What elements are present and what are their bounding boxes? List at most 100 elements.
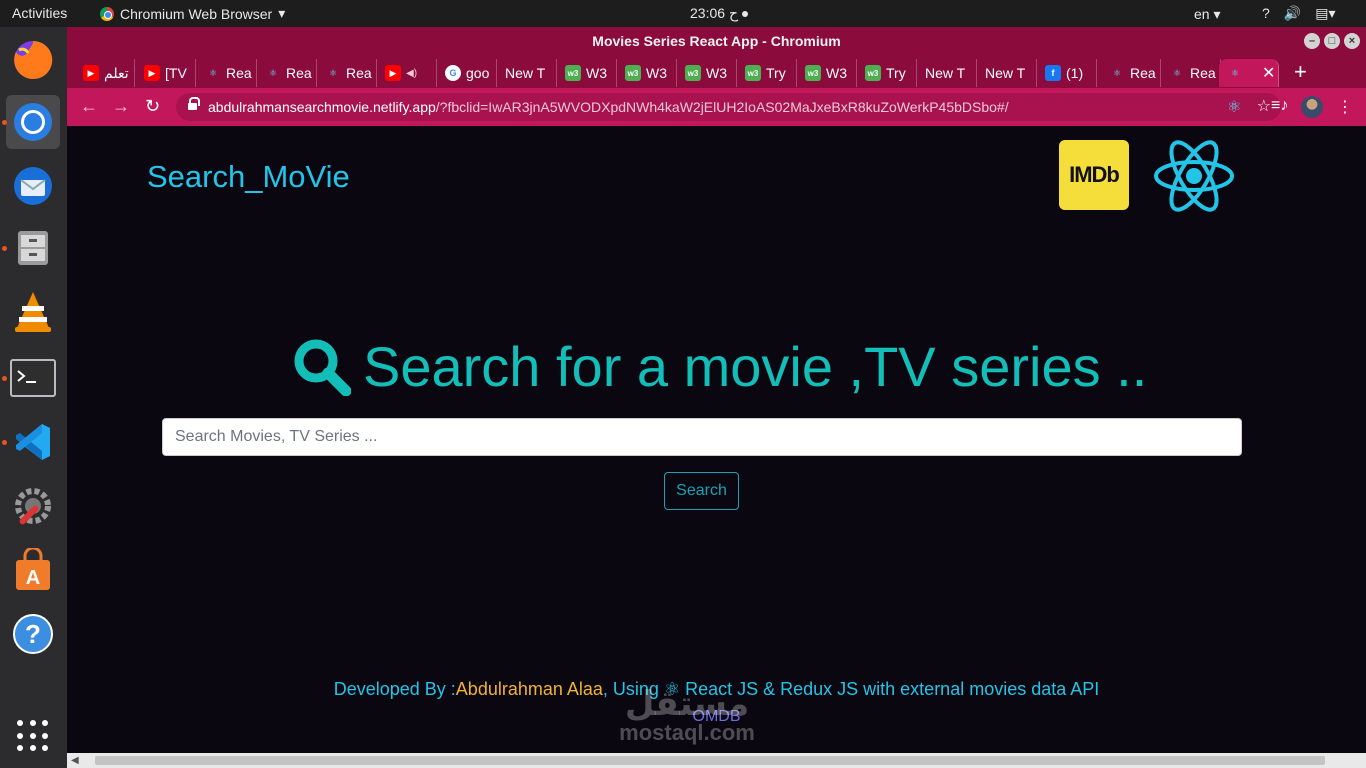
activities-button[interactable]: Activities (12, 5, 67, 21)
tab-label: (1) (1066, 65, 1084, 81)
browser-tab[interactable]: w3 Try (737, 59, 797, 87)
w3schools-icon: w3 (685, 65, 701, 81)
tab-label: Rea (1130, 65, 1156, 81)
more-menu-icon[interactable]: ⋮ (1337, 97, 1353, 117)
browser-tab[interactable]: New T (497, 59, 557, 87)
w3schools-icon: w3 (625, 65, 641, 81)
help-launcher[interactable]: ? (6, 607, 60, 661)
close-tab-icon[interactable]: ✕ (1262, 63, 1275, 83)
w3schools-icon: w3 (565, 65, 581, 81)
scrollbar-thumb[interactable] (95, 756, 1325, 765)
profile-avatar[interactable] (1301, 96, 1323, 118)
browser-tab[interactable]: ⚛ Rea (317, 59, 377, 87)
chromium-icon (14, 103, 52, 141)
tab-label: Rea (226, 65, 252, 81)
browser-tab[interactable]: ▶ ◀) (377, 59, 437, 87)
terminal-icon (10, 359, 56, 397)
language-indicator[interactable]: en ▾ (1194, 6, 1221, 23)
search-button[interactable]: Search (664, 472, 739, 510)
terminal-launcher[interactable] (2, 351, 60, 405)
battery-icon: ▤▾ (1315, 5, 1336, 21)
browser-tab[interactable]: ▶ [TV (136, 59, 196, 87)
system-tray[interactable]: ? 🔊 ▤▾ (1262, 5, 1336, 22)
tab-label: Try (766, 65, 786, 81)
browser-tab[interactable]: w3 W3 (557, 59, 617, 87)
footer-prefix: Developed By : (333, 679, 456, 699)
imdb-logo: IMDb (1059, 140, 1129, 210)
tab-label: Rea (286, 65, 312, 81)
address-bar[interactable]: abdulrahmansearchmovie.netlify.app/?fbcl… (176, 93, 1281, 121)
settings-launcher[interactable] (6, 479, 60, 533)
url-host: abdulrahmansearchmovie.netlify.app (208, 99, 436, 115)
footer-author: Abdulrahman Alaa (455, 679, 603, 699)
browser-tab[interactable]: ▶ تعلم (75, 59, 135, 87)
close-button[interactable]: × (1344, 33, 1360, 49)
window-title: Movies Series React App - Chromium (592, 33, 841, 49)
clock[interactable]: 23:06 ح (690, 5, 748, 22)
running-indicator (2, 120, 7, 125)
reload-icon[interactable]: ↻ (145, 96, 160, 117)
new-tab-button[interactable]: + (1294, 61, 1307, 83)
browser-tab[interactable]: w3 W3 (617, 59, 677, 87)
w3schools-icon: w3 (805, 65, 821, 81)
vscode-launcher[interactable] (2, 415, 60, 469)
gnome-top-bar: Activities Chromium Web Browser ▾ 23:06 … (0, 0, 1366, 27)
thunderbird-launcher[interactable] (6, 159, 60, 213)
settings-tools-icon (15, 488, 51, 525)
media-queue-icon[interactable]: ≡♪ (1271, 97, 1288, 115)
firefox-launcher[interactable] (6, 33, 60, 87)
minimize-button[interactable]: – (1304, 33, 1320, 49)
react-icon: ⚛ (268, 67, 278, 78)
chromium-launcher[interactable] (2, 95, 60, 149)
back-arrow-icon[interactable]: ← (80, 96, 98, 117)
lock-icon (188, 97, 200, 112)
search-icon (294, 339, 351, 396)
url-query: /?fbclid=IwAR3jnA5WVODXpdNWh4kaW2jElUH2I… (435, 99, 1009, 115)
chevron-down-icon: ▾ (1213, 6, 1221, 22)
software-bag-icon: A (16, 548, 50, 590)
facebook-icon: f (1045, 65, 1061, 81)
browser-tab[interactable]: f (1) (1037, 59, 1097, 87)
app-menu[interactable]: Chromium Web Browser ▾ (100, 5, 285, 22)
browser-tab[interactable]: ⚛ Rea (197, 59, 257, 87)
browser-tab[interactable]: w3 Try (857, 59, 917, 87)
w3schools-icon: w3 (745, 65, 761, 81)
thunderbird-icon (14, 167, 52, 205)
svg-text:A: A (26, 567, 40, 589)
browser-tab[interactable]: ⚛ Rea (1101, 59, 1161, 87)
browser-tab[interactable]: New T (977, 59, 1037, 87)
help-icon: ? (13, 614, 53, 654)
active-browser-tab[interactable]: ⚛ ✕ (1219, 59, 1279, 87)
files-launcher[interactable] (2, 221, 60, 275)
forward-arrow-icon[interactable]: → (112, 96, 130, 117)
watermark-arabic: مستقل (624, 685, 750, 723)
bookmark-star-icon[interactable]: ☆ (1257, 93, 1271, 121)
volume-icon: 🔊 (1283, 5, 1302, 21)
browser-tab[interactable]: ⚛ Rea (1161, 59, 1221, 87)
search-input[interactable] (162, 418, 1242, 456)
browser-tab[interactable]: ⚛ Rea (257, 59, 317, 87)
maximize-button[interactable]: □ (1324, 33, 1340, 49)
browser-tab[interactable]: Ggoo (437, 59, 497, 87)
vlc-launcher[interactable] (6, 285, 60, 339)
tab-label: New T (505, 65, 546, 81)
watermark-domain: mostaql.com (619, 720, 755, 745)
software-launcher[interactable]: A (6, 543, 60, 597)
horizontal-scrollbar[interactable]: ◀ (67, 753, 1366, 768)
chevron-down-icon: ▾ (278, 5, 286, 21)
react-devtools-icon[interactable]: ⚛ (1227, 97, 1241, 117)
clock-label: 23:06 ح (690, 5, 738, 21)
browser-tab[interactable]: New T (917, 59, 977, 87)
browser-tab[interactable]: w3 W3 (677, 59, 737, 87)
ubuntu-dock: A ? (0, 27, 67, 768)
browser-tab[interactable]: w3 W3 (797, 59, 857, 87)
svg-text:?: ? (25, 619, 41, 649)
language-label: en (1194, 6, 1210, 22)
site-brand[interactable]: Search_MoVie (147, 159, 350, 195)
mostaql-watermark: مستقل mostaql.com (597, 686, 777, 744)
chromium-icon (100, 6, 114, 21)
w3schools-icon: w3 (865, 65, 881, 81)
scroll-left-arrow-icon[interactable]: ◀ (71, 753, 79, 768)
show-applications-button[interactable] (17, 720, 49, 752)
tab-label: Rea (1190, 65, 1216, 81)
